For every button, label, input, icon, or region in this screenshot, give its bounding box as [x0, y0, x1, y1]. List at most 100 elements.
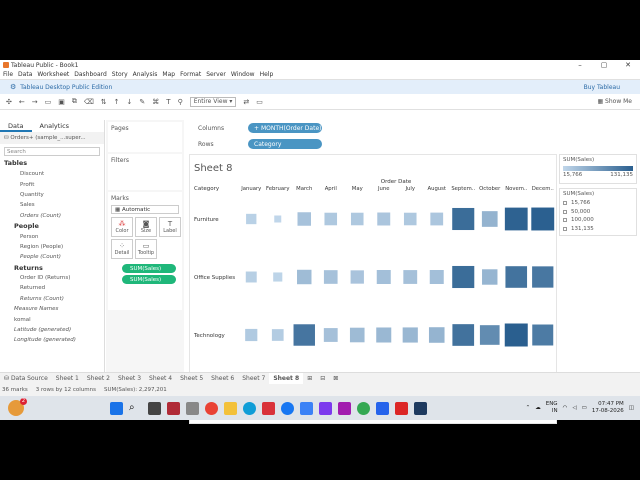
- field-item[interactable]: Returns (Count): [6, 294, 104, 304]
- app-icon[interactable]: [167, 401, 180, 415]
- swap-icon[interactable]: ⇅: [101, 98, 107, 106]
- field-item[interactable]: Sales: [6, 200, 104, 210]
- field-item[interactable]: Profit: [6, 179, 104, 189]
- people-table[interactable]: People: [6, 221, 104, 231]
- app-icon[interactable]: [319, 401, 332, 415]
- tab-data-source[interactable]: ⛁ Data Source: [0, 373, 52, 385]
- wifi-icon[interactable]: ◠: [563, 405, 568, 411]
- field-item[interactable]: Region (People): [6, 242, 104, 252]
- show-me-button[interactable]: ▦ Show Me: [597, 98, 632, 105]
- edge-icon[interactable]: [243, 401, 256, 415]
- group-icon[interactable]: ⌘: [152, 98, 159, 106]
- tableau-taskbar-icon[interactable]: [414, 401, 427, 415]
- tab-sheet-3[interactable]: Sheet 3: [114, 373, 145, 385]
- file-explorer-icon[interactable]: [224, 401, 237, 415]
- tableau-icon[interactable]: ✣: [6, 98, 12, 106]
- field-item[interactable]: Returned: [6, 283, 104, 293]
- presentation-icon[interactable]: ▭: [256, 98, 263, 106]
- undo-icon[interactable]: ←: [19, 98, 25, 106]
- chrome-profile-icon[interactable]: [357, 401, 370, 415]
- onenote-icon[interactable]: [338, 401, 351, 415]
- app-icon[interactable]: [395, 401, 408, 415]
- menu-format[interactable]: Format: [180, 71, 201, 78]
- new-dashboard-icon[interactable]: ⊟: [316, 373, 329, 385]
- menu-help[interactable]: Help: [260, 71, 274, 78]
- pages-card[interactable]: Pages: [108, 122, 182, 152]
- minimize-icon[interactable]: –: [568, 61, 592, 69]
- tab-data[interactable]: Data: [0, 120, 32, 132]
- new-sheet-icon[interactable]: ⊞: [303, 373, 316, 385]
- cloud-icon[interactable]: ☁: [535, 405, 541, 411]
- search-icon[interactable]: ⌕: [129, 402, 142, 415]
- redo-icon[interactable]: →: [32, 98, 38, 106]
- pin-icon[interactable]: ⚲: [178, 98, 183, 106]
- field-item[interactable]: komal: [6, 314, 104, 324]
- chrome-icon[interactable]: [205, 401, 218, 415]
- tab-sheet-7[interactable]: Sheet 7: [238, 373, 269, 385]
- menu-file[interactable]: File: [3, 71, 13, 78]
- tooltip-button[interactable]: ▭ Tooltip: [135, 239, 157, 259]
- field-item[interactable]: People (Count): [6, 252, 104, 262]
- rows-pill[interactable]: Category: [248, 139, 322, 149]
- color-sales-pill[interactable]: SUM(Sales): [122, 264, 176, 273]
- tab-analytics[interactable]: Analytics: [32, 120, 78, 132]
- sort-ascending-icon[interactable]: ↑: [114, 98, 120, 106]
- menu-analysis[interactable]: Analysis: [133, 71, 158, 78]
- task-view-icon[interactable]: [148, 401, 161, 415]
- maximize-icon[interactable]: ▢: [592, 61, 616, 69]
- menu-window[interactable]: Window: [231, 71, 255, 78]
- tab-sheet-1[interactable]: Sheet 1: [52, 373, 83, 385]
- filters-card[interactable]: Filters: [108, 154, 182, 190]
- clear-icon[interactable]: ⌫: [84, 98, 94, 106]
- detail-button[interactable]: ⁘ Detail: [111, 239, 133, 259]
- chevron-up-icon[interactable]: ⌃: [526, 405, 531, 411]
- field-item[interactable]: Quantity: [6, 190, 104, 200]
- returns-table[interactable]: Returns: [6, 263, 104, 273]
- color-button[interactable]: ⁂ Color: [111, 217, 133, 237]
- menu-server[interactable]: Server: [206, 71, 226, 78]
- app-icon[interactable]: [376, 401, 389, 415]
- volume-icon[interactable]: ◁: [572, 405, 576, 411]
- close-icon[interactable]: ✕: [616, 61, 640, 69]
- field-item[interactable]: Discount: [6, 169, 104, 179]
- label-button[interactable]: T Label: [159, 217, 181, 237]
- field-item[interactable]: Measure Names: [6, 304, 104, 314]
- size-button[interactable]: ◙ Size: [135, 217, 157, 237]
- windows-start-icon[interactable]: [110, 401, 123, 415]
- weather-icon[interactable]: 2: [8, 398, 27, 416]
- menu-story[interactable]: Story: [112, 71, 128, 78]
- facebook-icon[interactable]: [281, 401, 294, 415]
- field-item[interactable]: Order ID (Returns): [6, 273, 104, 283]
- fit-select[interactable]: Entire View ▾: [189, 96, 237, 107]
- wps-icon[interactable]: [262, 401, 275, 415]
- tab-sheet-5[interactable]: Sheet 5: [176, 373, 207, 385]
- highlight-icon[interactable]: ✎: [139, 98, 145, 106]
- new-story-icon[interactable]: ⊠: [329, 373, 342, 385]
- data-source-item[interactable]: ⛁ Orders+ (sample_...super...: [0, 132, 104, 144]
- tab-sheet-8[interactable]: Sheet 8: [269, 372, 304, 385]
- tab-sheet-6[interactable]: Sheet 6: [207, 373, 238, 385]
- field-item[interactable]: Latitude (generated): [6, 325, 104, 335]
- menu-dashboard[interactable]: Dashboard: [74, 71, 107, 78]
- size-sales-pill[interactable]: SUM(Sales): [122, 275, 176, 284]
- buy-tableau-link[interactable]: Buy Tableau: [584, 84, 620, 91]
- tab-sheet-4[interactable]: Sheet 4: [145, 373, 176, 385]
- columns-pill[interactable]: + MONTH(Order Date): [248, 123, 322, 133]
- mark-type-select[interactable]: ▦ Automatic: [111, 205, 179, 214]
- swap-rows-icon[interactable]: ⇄: [243, 98, 249, 106]
- tab-sheet-2[interactable]: Sheet 2: [83, 373, 114, 385]
- app-icon[interactable]: [186, 401, 199, 415]
- app-icon[interactable]: [300, 401, 313, 415]
- language-indicator[interactable]: ENG IN: [546, 401, 558, 415]
- menu-map[interactable]: Map: [162, 71, 175, 78]
- notifications-icon[interactable]: ◫: [629, 405, 634, 411]
- new-sheet-icon[interactable]: ▣: [58, 98, 65, 106]
- battery-icon[interactable]: ▭: [582, 405, 587, 411]
- field-item[interactable]: Longitude (generated): [6, 335, 104, 345]
- save-icon[interactable]: ▭: [45, 98, 52, 106]
- duplicate-icon[interactable]: ⧉: [72, 97, 77, 106]
- sort-descending-icon[interactable]: ↓: [127, 98, 133, 106]
- field-item[interactable]: Orders (Count): [6, 211, 104, 221]
- menu-worksheet[interactable]: Worksheet: [37, 71, 69, 78]
- label-icon[interactable]: T: [166, 98, 170, 106]
